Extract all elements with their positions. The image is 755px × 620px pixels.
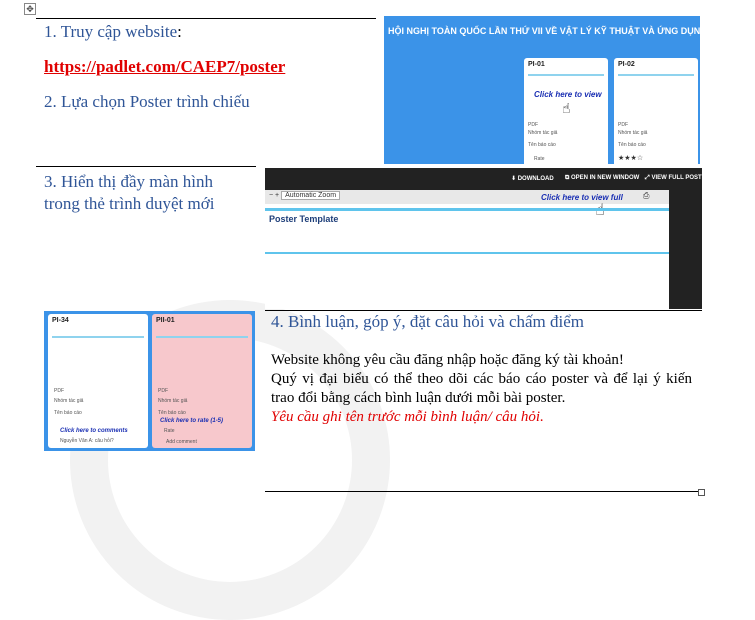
description-line-2: Quý vị đại biểu có thể theo dõi các báo … bbox=[271, 371, 692, 406]
card-pdf-label: PDF bbox=[528, 122, 538, 128]
card-author-label: Nhóm tác giả bbox=[618, 130, 648, 136]
download-label: DOWNLOAD bbox=[517, 176, 554, 182]
card-bar bbox=[52, 336, 144, 338]
step-3-text: 3. Hiển thị đầy màn hình trong thẻ trình… bbox=[44, 172, 215, 213]
padlet-link[interactable]: https://padlet.com/CAEP7/poster bbox=[44, 57, 285, 77]
description-note: Yêu cầu ghi tên trước mỗi bình luận/ câu… bbox=[271, 409, 544, 425]
step-1-colon: : bbox=[177, 22, 182, 41]
padlet-card-pi34[interactable]: PI-34 PDF Nhóm tác giả Tên báo cáo Click… bbox=[48, 314, 148, 448]
table-move-handle-icon[interactable]: ✥ bbox=[24, 3, 36, 15]
poster-template-title: Poster Template bbox=[269, 214, 339, 224]
padlet-card-pi01[interactable]: PI-01 Click here to view ☝ PDF Nhóm tác … bbox=[524, 58, 608, 164]
comment-line: Nguyễn Văn A: câu hỏi? bbox=[60, 438, 114, 444]
click-to-view-overlay: Click here to view bbox=[534, 90, 602, 99]
padlet-header-title: HỘI NGHỊ TOÀN QUỐC LẦN THỨ VII VỀ VẬT LÝ… bbox=[388, 26, 700, 36]
open-new-label: OPEN IN NEW WINDOW bbox=[570, 175, 640, 181]
divider-bottom bbox=[265, 491, 699, 492]
viewer-side-dark bbox=[669, 190, 702, 309]
card-author-label: Nhóm tác giả bbox=[158, 398, 188, 404]
step-4-text: 4. Bình luận, góp ý, đặt câu hỏi và chấm… bbox=[271, 312, 585, 331]
card-report-label: Tên báo cáo bbox=[528, 142, 556, 148]
step-1-label: 1. Truy cập website bbox=[44, 22, 178, 41]
card-rate-label: Rate bbox=[534, 156, 545, 162]
description-block: Website không yêu cầu đăng nhập hoặc đăn… bbox=[271, 351, 692, 427]
screenshot-poster-viewer: ⬇ DOWNLOAD ⧉ OPEN IN NEW WINDOW ⤢ VIEW F… bbox=[265, 168, 702, 309]
card-author-label: Nhóm tác giả bbox=[528, 130, 558, 136]
padlet-card-pi02[interactable]: PI-02 PDF Nhóm tác giả Tên báo cáo ★★★☆ bbox=[614, 58, 698, 164]
poster-bar-mid bbox=[265, 252, 669, 254]
divider-top bbox=[36, 18, 376, 19]
add-comment-label: Add comment bbox=[166, 439, 197, 445]
card-title: PI-34 bbox=[52, 317, 69, 324]
card-report-label: Tên báo cáo bbox=[54, 410, 82, 416]
pointer-hand-icon: ☝ bbox=[562, 100, 571, 116]
zoom-controls[interactable]: − + Automatic Zoom bbox=[269, 191, 341, 200]
card-report-label: Tên báo cáo bbox=[618, 142, 646, 148]
description-line-1: Website không yêu cầu đăng nhập hoặc đăn… bbox=[271, 352, 624, 368]
screenshot-padlet-comments: PI-34 PDF Nhóm tác giả Tên báo cáo Click… bbox=[44, 311, 255, 451]
poster-bar-top bbox=[265, 208, 669, 211]
padlet-card-pii01[interactable]: PII-01 PDF Nhóm tác giả Tên báo cáo Clic… bbox=[152, 314, 252, 448]
rating-stars-icon: ★★★☆ bbox=[618, 155, 644, 162]
card-rate-label: Rate bbox=[164, 428, 175, 434]
card-author-label: Nhóm tác giả bbox=[54, 398, 84, 404]
click-to-rate-overlay: Click here to rate (1-5) bbox=[160, 418, 224, 424]
click-to-view-full-overlay: Click here to view full bbox=[541, 193, 623, 202]
card-bar bbox=[156, 336, 248, 338]
screenshot-padlet-board: HỘI NGHỊ TOÀN QUỐC LẦN THỨ VII VỀ VẬT LÝ… bbox=[384, 16, 700, 164]
view-full-label: VIEW FULL POST bbox=[651, 175, 702, 181]
card-bar bbox=[528, 74, 604, 76]
step-1-text: 1. Truy cập website: bbox=[44, 21, 182, 43]
zoom-select[interactable]: Automatic Zoom bbox=[281, 191, 341, 200]
card-pdf-label: PDF bbox=[158, 388, 168, 394]
card-pdf-label: PDF bbox=[54, 388, 64, 394]
open-new-window-button[interactable]: ⧉ OPEN IN NEW WINDOW bbox=[565, 175, 639, 182]
card-title: PI-01 bbox=[528, 61, 545, 68]
card-title: PII-01 bbox=[156, 317, 175, 324]
view-full-button[interactable]: ⤢ VIEW FULL POST bbox=[645, 175, 702, 182]
print-icon[interactable]: ⎙ bbox=[643, 191, 649, 201]
card-pdf-label: PDF bbox=[618, 122, 628, 128]
divider-step3 bbox=[36, 166, 256, 167]
table-resize-handle[interactable] bbox=[698, 489, 705, 496]
download-button[interactable]: ⬇ DOWNLOAD bbox=[511, 175, 554, 182]
step-2-text: 2. Lựa chọn Poster trình chiếu bbox=[44, 92, 250, 111]
card-report-label: Tên báo cáo bbox=[158, 410, 186, 416]
card-bar bbox=[618, 74, 694, 76]
click-to-comment-overlay: Click here to comments bbox=[60, 428, 128, 434]
card-title: PI-02 bbox=[618, 61, 635, 68]
